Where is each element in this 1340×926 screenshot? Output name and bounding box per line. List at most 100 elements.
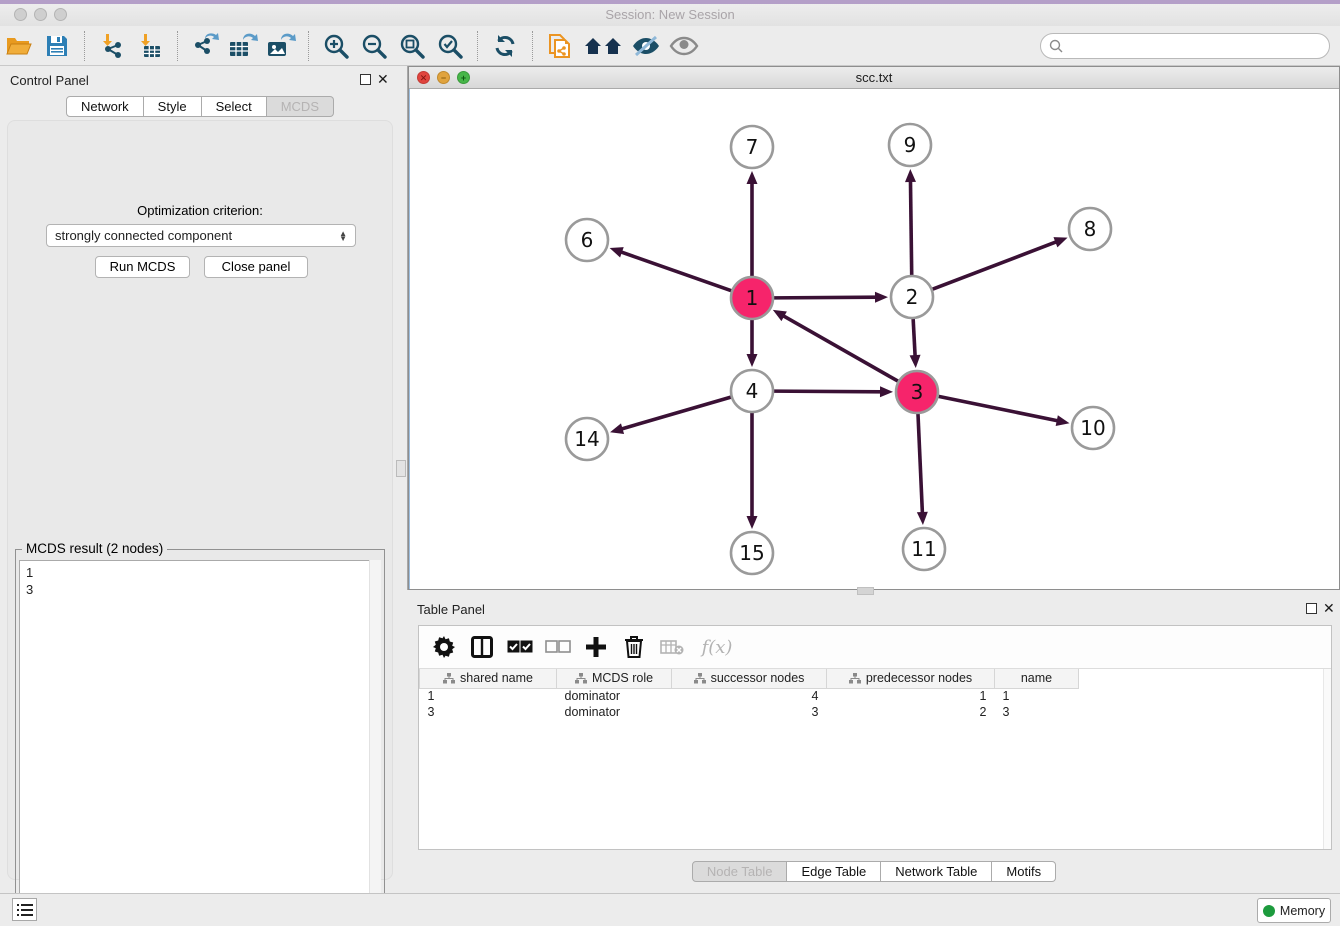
graph-edge-2-3[interactable]	[910, 319, 921, 368]
column-header-predecessor-nodes[interactable]: predecessor nodes	[827, 669, 995, 688]
tab-select[interactable]: Select	[202, 96, 267, 117]
graph-edge-1-6[interactable]	[610, 247, 732, 291]
memory-button[interactable]: Memory	[1257, 898, 1331, 923]
column-header-shared-name[interactable]: shared name	[420, 669, 557, 688]
delete-column-button[interactable]	[619, 632, 649, 662]
delete-table-button[interactable]	[657, 632, 687, 662]
control-panel-header: Control Panel ✕	[0, 66, 400, 94]
table-panel-float-button[interactable]	[1306, 603, 1317, 614]
table-settings-button[interactable]	[429, 632, 459, 662]
graph-node-15[interactable]: 15	[731, 532, 773, 574]
graph-node-6[interactable]: 6	[566, 219, 608, 261]
open-session-button[interactable]	[2, 30, 36, 62]
criterion-select[interactable]: strongly connected component ▲▼	[46, 224, 356, 247]
vertical-splitter-handle[interactable]	[396, 460, 406, 477]
graph-edge-1-7[interactable]	[747, 171, 758, 276]
toolbar-separator	[308, 31, 309, 61]
control-panel-close-button[interactable]: ✕	[377, 71, 389, 88]
table-panel-close-button[interactable]: ✕	[1323, 600, 1335, 617]
hide-selected-button[interactable]	[629, 30, 663, 62]
export-network-button[interactable]	[188, 30, 222, 62]
graph-edge-4-14[interactable]	[610, 397, 731, 434]
tab-node-table[interactable]: Node Table	[692, 861, 788, 882]
graph-node-1[interactable]: 1	[731, 277, 773, 319]
graph-edge-2-9[interactable]	[905, 169, 916, 275]
control-panel-title: Control Panel	[10, 73, 89, 88]
graph-node-11[interactable]: 11	[903, 528, 945, 570]
zoom-in-button[interactable]	[319, 30, 353, 62]
search-input[interactable]	[1068, 36, 1329, 56]
add-column-button[interactable]	[581, 632, 611, 662]
export-image-button[interactable]	[264, 30, 298, 62]
tab-network-table[interactable]: Network Table	[881, 861, 992, 882]
zoom-out-button[interactable]	[357, 30, 391, 62]
table-row[interactable]: 3dominator323	[420, 704, 1079, 720]
toggle-columns-button[interactable]	[467, 632, 497, 662]
table-scrollbar[interactable]	[1323, 669, 1331, 849]
import-network-button[interactable]	[95, 30, 129, 62]
trash-icon	[624, 635, 644, 659]
run-mcds-button[interactable]: Run MCDS	[95, 256, 190, 278]
horizontal-splitter-handle[interactable]	[857, 587, 874, 595]
graph-node-3[interactable]: 3	[896, 371, 938, 413]
control-panel-float-button[interactable]	[360, 74, 371, 85]
tab-network[interactable]: Network	[66, 96, 144, 117]
graph-edge-2-8[interactable]	[933, 237, 1068, 289]
export-table-button[interactable]	[226, 30, 260, 62]
table-panel-inner: f(x) shared nameMCDS rolesuccessor nodes…	[418, 625, 1332, 850]
export-image-icon	[266, 33, 296, 59]
graph-node-9[interactable]: 9	[889, 124, 931, 166]
graph-node-8[interactable]: 8	[1069, 208, 1111, 250]
network-window-titlebar[interactable]: ✕ − + scc.txt	[409, 67, 1339, 89]
import-table-button[interactable]	[133, 30, 167, 62]
network-canvas[interactable]: 7 9 6 8 1 2 4 3 14 10 15 11	[409, 89, 1339, 589]
table-row[interactable]: 1dominator411	[420, 688, 1079, 704]
table-cell[interactable]: 1	[827, 688, 995, 704]
table-cell[interactable]: 2	[827, 704, 995, 720]
select-all-button[interactable]	[505, 632, 535, 662]
deselect-all-button[interactable]	[543, 632, 573, 662]
toolbar-separator	[532, 31, 533, 61]
svg-text:1: 1	[746, 286, 759, 310]
column-header-successor-nodes[interactable]: successor nodes	[672, 669, 827, 688]
table-cell[interactable]: dominator	[557, 704, 672, 720]
tab-edge-table[interactable]: Edge Table	[787, 861, 881, 882]
mcds-result-scrollbar[interactable]	[369, 560, 381, 925]
share-network-button[interactable]	[543, 30, 577, 62]
graph-edge-3-1[interactable]	[773, 310, 898, 381]
graph-edge-3-10[interactable]	[939, 396, 1070, 426]
table-cell[interactable]: 3	[672, 704, 827, 720]
tab-motifs[interactable]: Motifs	[992, 861, 1056, 882]
zoom-selected-button[interactable]	[433, 30, 467, 62]
table-cell[interactable]: 1	[420, 688, 557, 704]
task-history-button[interactable]	[12, 898, 37, 921]
graph-edge-1-2[interactable]	[774, 292, 888, 303]
graph-edge-4-15[interactable]	[747, 413, 758, 529]
graph-node-2[interactable]: 2	[891, 276, 933, 318]
close-panel-button[interactable]: Close panel	[204, 256, 308, 278]
column-header-MCDS-role[interactable]: MCDS role	[557, 669, 672, 688]
refresh-view-button[interactable]	[488, 30, 522, 62]
svg-text:15: 15	[739, 541, 764, 565]
table-cell[interactable]: 1	[995, 688, 1079, 704]
column-header-name[interactable]: name	[995, 669, 1079, 688]
table-cell[interactable]: dominator	[557, 688, 672, 704]
zoom-fit-button[interactable]	[395, 30, 429, 62]
table-cell[interactable]: 3	[995, 704, 1079, 720]
save-session-button[interactable]	[40, 30, 74, 62]
table-cell[interactable]: 3	[420, 704, 557, 720]
graph-node-14[interactable]: 14	[566, 418, 608, 460]
graph-node-4[interactable]: 4	[731, 370, 773, 412]
tab-style[interactable]: Style	[144, 96, 202, 117]
graph-node-7[interactable]: 7	[731, 126, 773, 168]
table-cell[interactable]: 4	[672, 688, 827, 704]
graph-edge-3-11[interactable]	[917, 414, 928, 525]
graph-node-10[interactable]: 10	[1072, 407, 1114, 449]
graph-edge-1-4[interactable]	[747, 320, 758, 367]
show-all-button[interactable]	[667, 30, 701, 62]
graph-edge-4-3[interactable]	[774, 386, 893, 397]
function-builder-button[interactable]: f(x)	[695, 632, 739, 662]
home-views-button[interactable]	[581, 30, 625, 62]
mcds-result-text[interactable]: 1 3	[19, 560, 381, 925]
tab-mcds[interactable]: MCDS	[267, 96, 334, 117]
